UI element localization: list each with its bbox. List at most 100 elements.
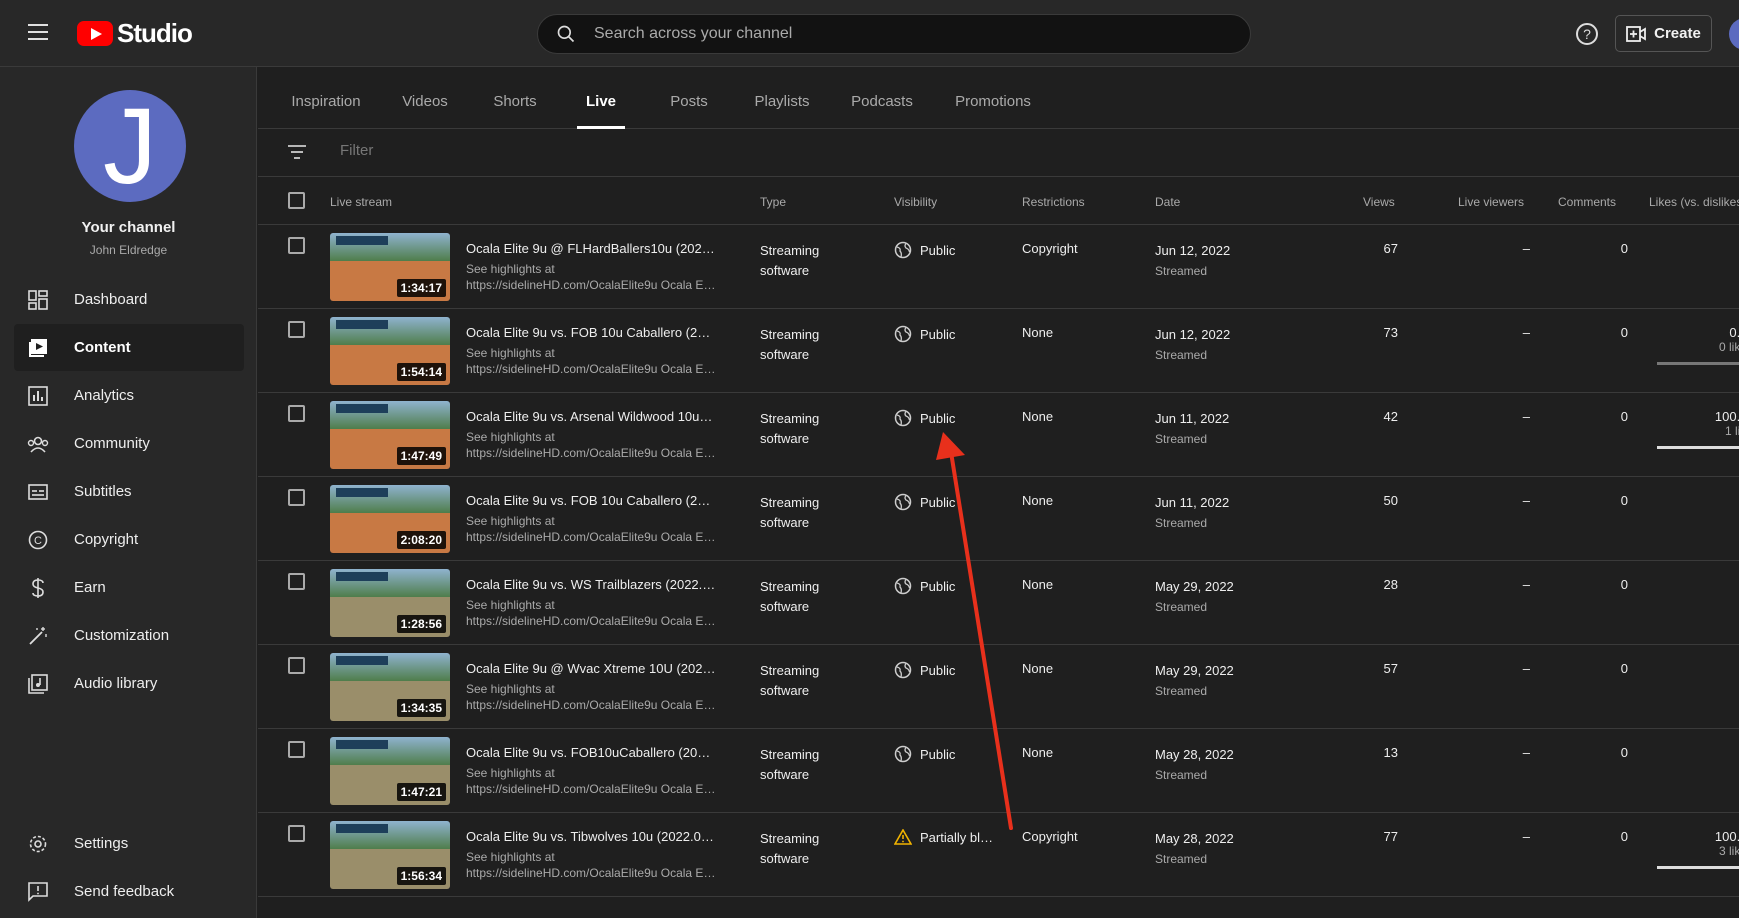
video-thumbnail[interactable]: 1:47:21 (330, 737, 450, 805)
help-icon[interactable]: ? (1575, 22, 1599, 46)
video-title[interactable]: Ocala Elite 9u @ Wvac Xtreme 10U (2022.0… (466, 661, 716, 676)
sidebar-item-community[interactable]: Community (14, 420, 244, 467)
tab-shorts[interactable]: Shorts (490, 67, 540, 129)
channel-avatar[interactable]: J (74, 90, 186, 202)
video-description-line: See highlights at (466, 598, 555, 612)
table-row[interactable]: 1:47:21 Ocala Elite 9u vs. FOB10uCaballer… (258, 729, 1739, 813)
visibility-cell[interactable]: Partially blocked (894, 829, 1000, 845)
video-title[interactable]: Ocala Elite 9u vs. FOB 10u Caballero (20… (466, 493, 716, 508)
video-thumbnail[interactable]: 1:28:56 (330, 569, 450, 637)
tab-live[interactable]: Live (577, 67, 625, 129)
tab-videos[interactable]: Videos (400, 67, 450, 129)
video-thumbnail[interactable]: 1:34:35 (330, 653, 450, 721)
table-row[interactable]: 2:08:20 Ocala Elite 9u vs. FOB 10u Caball… (258, 477, 1739, 561)
restrictions-cell[interactable]: None (1022, 493, 1053, 508)
restrictions-cell[interactable]: Copyright (1022, 241, 1078, 256)
table-row[interactable]: 1:56:34 Ocala Elite 9u vs. Tibwolves 10u … (258, 813, 1739, 897)
row-checkbox[interactable] (288, 405, 305, 422)
sidebar-item-customization[interactable]: Customization (14, 612, 244, 659)
table-row[interactable]: 1:54:14 Ocala Elite 9u vs. FOB 10u Caball… (258, 309, 1739, 393)
sidebar-item-earn[interactable]: Earn (14, 564, 244, 611)
restrictions-cell[interactable]: None (1022, 325, 1053, 340)
search-input[interactable] (594, 25, 1194, 43)
sidebar-item-send-feedback[interactable]: Send feedback (14, 868, 244, 915)
likes-bar (1657, 362, 1739, 365)
col-date[interactable]: Date (1155, 195, 1180, 209)
restrictions-cell[interactable]: None (1022, 745, 1053, 760)
filter-icon[interactable] (288, 144, 306, 160)
stream-type-line: Streaming (760, 663, 820, 678)
restrictions-cell[interactable]: Copyright (1022, 829, 1078, 844)
studio-logo[interactable]: Studio (77, 18, 193, 49)
likes-bar-fill (1657, 446, 1739, 449)
tab-inspiration[interactable]: Inspiration (290, 67, 362, 129)
sidebar-item-audio-library[interactable]: Audio library (14, 660, 244, 707)
sidebar-item-analytics[interactable]: Analytics (14, 372, 244, 419)
visibility-cell[interactable]: Public (894, 409, 955, 427)
date-value: May 28, 2022 (1155, 747, 1234, 762)
video-title[interactable]: Ocala Elite 9u vs. FOB 10u Caballero (20… (466, 325, 716, 340)
filter-input[interactable] (340, 142, 740, 159)
video-thumbnail[interactable]: 1:47:49 (330, 401, 450, 469)
restrictions-cell[interactable]: None (1022, 661, 1053, 676)
sidebar-item-dashboard[interactable]: Dashboard (14, 276, 244, 323)
sidebar-item-content[interactable]: Content (14, 324, 244, 371)
video-duration: 1:56:34 (396, 867, 446, 885)
visibility-cell[interactable]: Public (894, 745, 955, 763)
visibility-label: Public (920, 410, 956, 426)
date-status: Streamed (1155, 516, 1208, 530)
col-type[interactable]: Type (760, 195, 786, 209)
visibility-cell[interactable]: Public (894, 241, 955, 259)
video-thumbnail[interactable]: 2:08:20 (330, 485, 450, 553)
visibility-cell[interactable]: Public (894, 661, 955, 679)
col-visibility[interactable]: Visibility (894, 195, 937, 209)
row-checkbox[interactable] (288, 489, 305, 506)
col-live-stream[interactable]: Live stream (330, 195, 392, 209)
table-row[interactable]: 1:28:56 Ocala Elite 9u vs. WS Trailblazer… (258, 561, 1739, 645)
tab-podcasts[interactable]: Podcasts (849, 67, 915, 129)
search-bar[interactable] (537, 14, 1251, 54)
video-title[interactable]: Ocala Elite 9u vs. FOB10uCaballero (2022… (466, 745, 716, 760)
table-row[interactable]: 1:47:49 Ocala Elite 9u vs. Arsenal Wildwo… (258, 393, 1739, 477)
video-thumbnail[interactable]: 1:56:34 (330, 821, 450, 889)
restrictions-cell[interactable]: None (1022, 577, 1053, 592)
visibility-cell[interactable]: Public (894, 325, 955, 343)
col-views[interactable]: Views (1363, 195, 1395, 209)
row-checkbox[interactable] (288, 573, 305, 590)
col-live-viewers[interactable]: Live viewers (1458, 195, 1524, 209)
table-row[interactable]: 1:34:17 Ocala Elite 9u @ FLHardBallers10u… (258, 225, 1739, 309)
menu-icon[interactable] (28, 24, 48, 42)
col-restrictions[interactable]: Restrictions (1022, 195, 1085, 209)
sidebar-item-copyright[interactable]: C Copyright (14, 516, 244, 563)
video-thumbnail[interactable]: 1:54:14 (330, 317, 450, 385)
video-title[interactable]: Ocala Elite 9u vs. WS Trailblazers (2022… (466, 577, 716, 592)
sidebar-item-subtitles[interactable]: Subtitles (14, 468, 244, 515)
row-checkbox[interactable] (288, 741, 305, 758)
tab-posts[interactable]: Posts (669, 67, 709, 129)
select-all-checkbox[interactable] (288, 192, 305, 209)
visibility-cell[interactable]: Public (894, 493, 955, 511)
visibility-cell[interactable]: Public (894, 577, 955, 595)
row-checkbox[interactable] (288, 825, 305, 842)
sidebar-item-label: Subtitles (74, 483, 132, 500)
row-checkbox[interactable] (288, 657, 305, 674)
video-title[interactable]: Ocala Elite 9u vs. Arsenal Wildwood 10u … (466, 409, 716, 424)
col-likes[interactable]: Likes (vs. dislikes) (1649, 195, 1739, 209)
live-viewers-cell: – (1522, 661, 1530, 676)
account-avatar[interactable] (1729, 18, 1739, 50)
tab-promotions[interactable]: Promotions (952, 67, 1034, 129)
search-icon[interactable] (556, 24, 576, 44)
tab-playlists[interactable]: Playlists (752, 67, 812, 129)
col-comments[interactable]: Comments (1558, 195, 1616, 209)
row-checkbox[interactable] (288, 321, 305, 338)
sidebar-item-settings[interactable]: Settings (14, 820, 244, 867)
video-thumbnail[interactable]: 1:34:17 (330, 233, 450, 301)
sidebar-item-label: Community (74, 435, 150, 452)
restrictions-cell[interactable]: None (1022, 409, 1053, 424)
video-title[interactable]: Ocala Elite 9u vs. Tibwolves 10u (2022.0… (466, 829, 716, 844)
table-row[interactable]: 1:34:35 Ocala Elite 9u @ Wvac Xtreme 10U … (258, 645, 1739, 729)
create-button[interactable]: Create (1615, 15, 1712, 52)
visibility-label: Partially blocked (920, 829, 1000, 845)
video-title[interactable]: Ocala Elite 9u @ FLHardBallers10u (2022.… (466, 241, 716, 256)
row-checkbox[interactable] (288, 237, 305, 254)
